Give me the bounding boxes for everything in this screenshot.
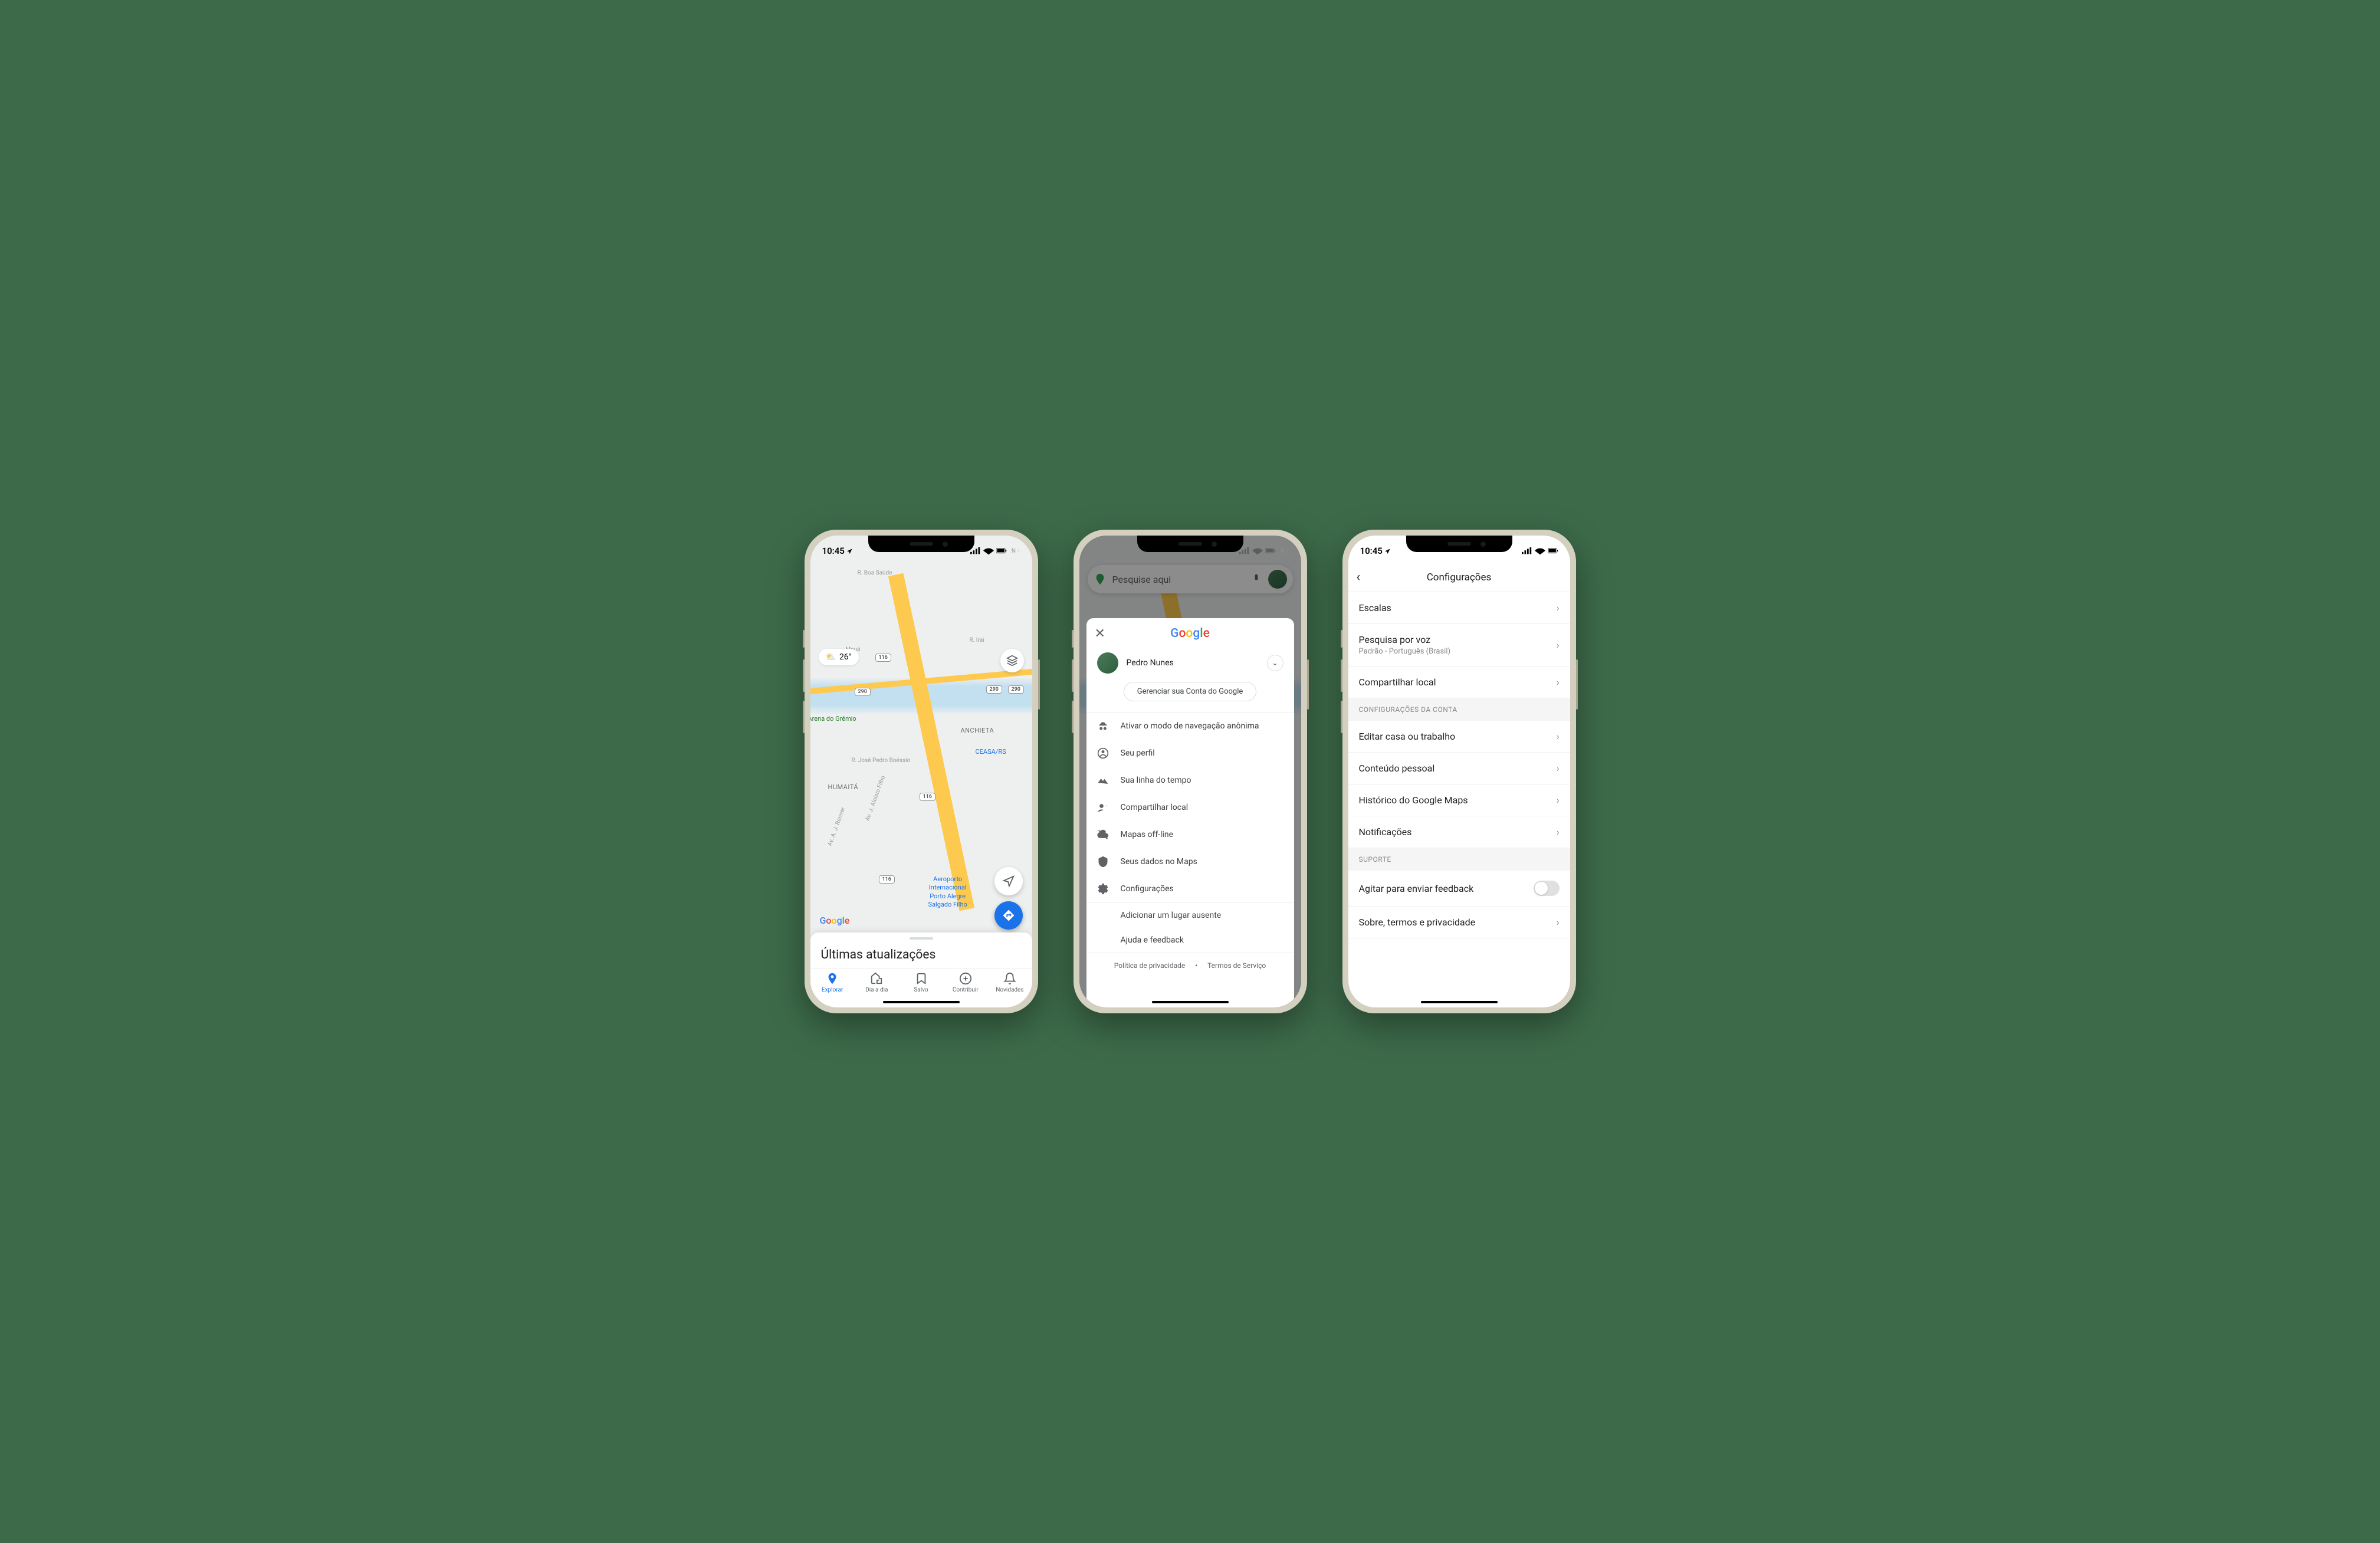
tab-commute[interactable]: Dia a dia	[855, 972, 899, 993]
map-street: R. José Pedro Boéssio	[852, 757, 911, 764]
nav-header: ‹ Configurações	[1348, 562, 1570, 592]
settings-row[interactable]: Notificações›	[1348, 816, 1570, 848]
weather-chip[interactable]: ⛅ 26°	[819, 649, 859, 665]
map-poi[interactable]: Arena do Grêmio	[810, 715, 856, 723]
chevron-right-icon: ›	[1557, 763, 1560, 774]
section-header: SUPORTE	[1348, 848, 1570, 871]
chevron-right-icon: ›	[1557, 826, 1560, 838]
map-poi[interactable]: CEASA/RS	[976, 748, 1006, 756]
my-location-button[interactable]	[994, 867, 1023, 895]
tab-saved[interactable]: Salvo	[899, 972, 943, 993]
settings-label: Compartilhar local	[1359, 677, 1557, 688]
directions-button[interactable]	[994, 901, 1023, 930]
status-time: 10:45	[1360, 546, 1391, 556]
terms-link[interactable]: Termos de Serviço	[1207, 961, 1266, 970]
settings-label: Editar casa ou trabalho	[1359, 731, 1557, 742]
menu-profile[interactable]: Seu perfil	[1086, 740, 1294, 767]
user-name: Pedro Nunes	[1127, 658, 1259, 668]
manage-account-button[interactable]: Gerenciar sua Conta do Google	[1124, 682, 1257, 701]
status-time: 10:45	[822, 546, 853, 556]
account-sheet: ✕ Google Pedro Nunes ⌄ Gerenciar sua Con…	[1086, 618, 1294, 1007]
avatar	[1097, 652, 1118, 674]
settings-label: Histórico do Google Maps	[1359, 795, 1557, 806]
tab-contribute[interactable]: Contribuir	[943, 972, 987, 993]
settings-label: Notificações	[1359, 826, 1557, 838]
chevron-down-icon[interactable]: ⌄	[1267, 655, 1283, 671]
home-indicator[interactable]	[883, 1001, 960, 1003]
menu-offline[interactable]: Mapas off-line	[1086, 821, 1294, 848]
sheet-handle[interactable]	[910, 937, 933, 940]
map-label: ANCHIETA	[961, 727, 994, 734]
settings-row[interactable]: Escalas›	[1348, 592, 1570, 624]
menu-help[interactable]: Ajuda e feedback	[1086, 928, 1294, 953]
map-street: Av. A. J. Renner	[826, 806, 846, 847]
toggle-switch[interactable]	[1534, 881, 1560, 896]
menu-add-place[interactable]: Adicionar um lugar ausente	[1086, 903, 1294, 928]
chevron-right-icon: ›	[1557, 731, 1560, 742]
settings-row[interactable]: Compartilhar local›	[1348, 667, 1570, 698]
settings-row[interactable]: Pesquisa por vozPadrão - Português (Bras…	[1348, 624, 1570, 667]
search-bar: Pesquise aqui	[1088, 565, 1293, 593]
menu-your-data[interactable]: Seus dados no Maps	[1086, 848, 1294, 875]
map-poi[interactable]: Aeroporto Internacional Porto Alegre Sal…	[928, 875, 967, 909]
settings-label: Conteúdo pessoal	[1359, 763, 1557, 774]
settings-label: Pesquisa por voz	[1359, 634, 1557, 645]
chevron-right-icon: ›	[1557, 602, 1560, 613]
chevron-right-icon: ›	[1557, 917, 1560, 928]
account-row[interactable]: Pedro Nunes ⌄	[1086, 649, 1294, 682]
settings-row[interactable]: Conteúdo pessoal›	[1348, 753, 1570, 784]
settings-row[interactable]: Editar casa ou trabalho›	[1348, 721, 1570, 753]
bottom-sheet[interactable]: Últimas atualizações Explorar Dia a dia …	[810, 933, 1032, 1007]
status-icons: N ↑	[970, 547, 1020, 555]
settings-row[interactable]: Histórico do Google Maps›	[1348, 784, 1570, 816]
home-indicator[interactable]	[1421, 1001, 1498, 1003]
tab-explore[interactable]: Explorar	[810, 972, 855, 993]
settings-label: Escalas	[1359, 602, 1557, 613]
status-icons: N ↑	[1239, 547, 1289, 555]
section-header: CONFIGURAÇÕES DA CONTA	[1348, 698, 1570, 721]
menu-share-location[interactable]: Compartilhar local	[1086, 794, 1294, 821]
menu-incognito[interactable]: Ativar o modo de navegação anônima	[1086, 713, 1294, 740]
chevron-right-icon: ›	[1557, 639, 1560, 651]
settings-row[interactable]: Agitar para enviar feedback	[1348, 871, 1570, 907]
layers-button[interactable]	[1000, 649, 1024, 672]
status-icons	[1522, 547, 1558, 555]
menu-timeline[interactable]: Sua linha do tempo	[1086, 767, 1294, 794]
menu-settings[interactable]: Configurações	[1086, 875, 1294, 902]
settings-label: Agitar para enviar feedback	[1359, 883, 1534, 894]
chevron-right-icon: ›	[1557, 795, 1560, 806]
sheet-title: Últimas atualizações	[810, 944, 1032, 968]
home-indicator[interactable]	[1152, 1001, 1229, 1003]
google-watermark: Google	[820, 915, 850, 926]
map-street: R. Iraí	[970, 637, 984, 644]
close-icon[interactable]: ✕	[1095, 626, 1105, 641]
account-footer: Política de privacidade • Termos de Serv…	[1086, 953, 1294, 978]
settings-list[interactable]: Escalas›Pesquisa por vozPadrão - Portugu…	[1348, 592, 1570, 938]
chevron-right-icon: ›	[1557, 677, 1560, 688]
settings-label: Sobre, termos e privacidade	[1359, 917, 1557, 928]
google-logo: Google	[1170, 626, 1210, 641]
settings-row[interactable]: Sobre, termos e privacidade›	[1348, 907, 1570, 938]
privacy-link[interactable]: Política de privacidade	[1114, 961, 1186, 970]
map-street: R. Boa Saúde	[858, 570, 892, 576]
tab-updates[interactable]: Novidades	[987, 972, 1032, 993]
page-title: Configurações	[1357, 572, 1562, 583]
map-label: HUMAITÁ	[828, 783, 859, 791]
